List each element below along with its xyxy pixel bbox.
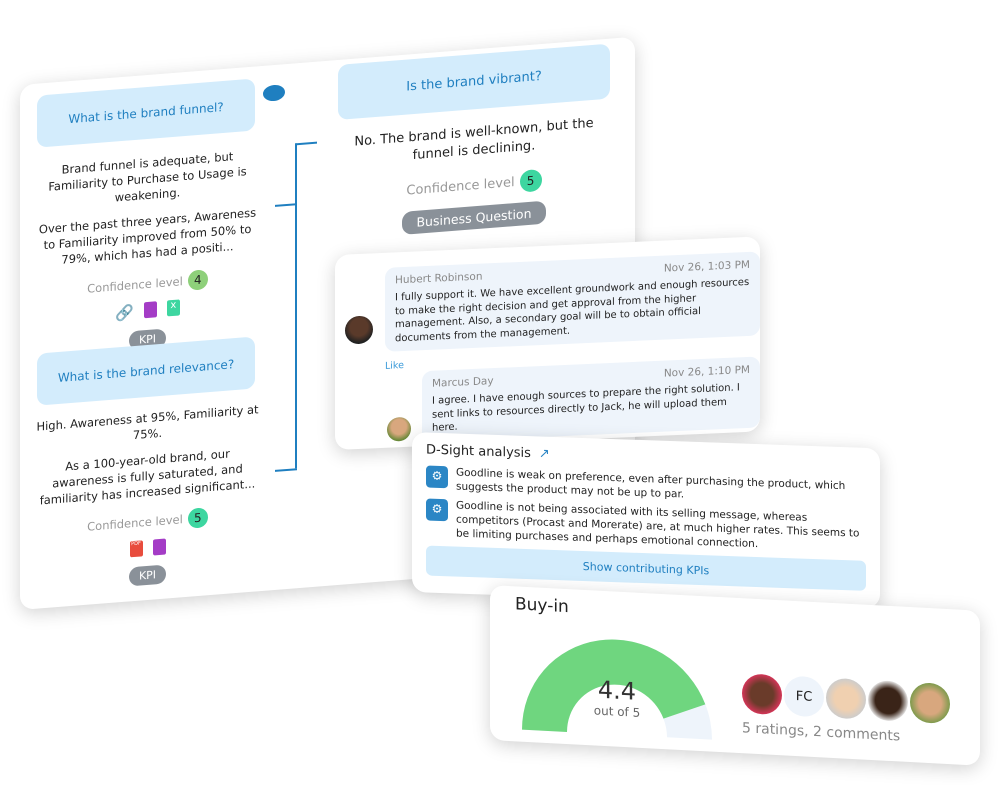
kpi-tag[interactable]: KPI bbox=[128, 564, 167, 587]
answer-summary: High. Awareness at 95%, Familiarity at 7… bbox=[36, 402, 259, 443]
comment: Hubert Robinson Nov 26, 1:03 PM I fully s… bbox=[385, 251, 760, 352]
comment-icon[interactable] bbox=[263, 84, 285, 102]
confidence-badge: 5 bbox=[187, 507, 208, 530]
excel-file-icon[interactable]: x bbox=[166, 298, 180, 317]
connector-line bbox=[275, 203, 295, 207]
buyin-title: Buy-in bbox=[515, 594, 569, 618]
link-icon[interactable]: 🔗 bbox=[115, 303, 134, 322]
avatar-initials: FC bbox=[784, 675, 824, 718]
avatar bbox=[910, 682, 950, 725]
comment-author: Hubert Robinson bbox=[395, 270, 483, 287]
connector-line bbox=[275, 468, 297, 472]
avatar bbox=[345, 315, 373, 345]
business-question-tag[interactable]: Business Question bbox=[402, 201, 546, 236]
insight-item: ⚙ Goodline is not being associated with i… bbox=[426, 498, 866, 555]
confidence-badge: 5 bbox=[519, 169, 542, 194]
avatar bbox=[387, 416, 411, 442]
ratings-summary: 5 ratings, 2 comments bbox=[742, 720, 901, 745]
question-card-brand-funnel[interactable]: What is the brand funnel? bbox=[37, 78, 255, 148]
comment-time: Nov 26, 1:10 PM bbox=[663, 363, 750, 380]
avatar bbox=[742, 673, 782, 716]
confidence-label: Confidence level bbox=[406, 174, 515, 199]
connector-bracket bbox=[295, 141, 317, 469]
insight-text: Goodline is not being associated with it… bbox=[456, 499, 860, 550]
answer-detail: As a 100-year-old brand, our awareness i… bbox=[39, 446, 256, 508]
buyin-card: Buy-in 4.4 out of 5 FC 5 ratings, 2 comm… bbox=[490, 585, 980, 766]
comment-text: I agree. I have enough sources to prepar… bbox=[432, 382, 740, 434]
confidence-badge: 4 bbox=[187, 268, 208, 291]
dsight-title: D-Sight analysis bbox=[426, 442, 531, 462]
rater-avatars[interactable]: FC bbox=[742, 673, 950, 725]
avatar bbox=[868, 679, 908, 722]
answer-detail: Over the past three years, Awareness to … bbox=[38, 205, 257, 268]
confidence-label: Confidence level bbox=[87, 512, 183, 535]
answer-summary: Brand funnel is adequate, but Familiarit… bbox=[48, 149, 247, 205]
confidence-label: Confidence level bbox=[87, 273, 183, 296]
question-card-brand-vibrant[interactable]: Is the brand vibrant? bbox=[338, 43, 610, 120]
external-link-icon[interactable]: ↗ bbox=[539, 446, 550, 461]
avatar bbox=[826, 677, 866, 720]
comment-author: Marcus Day bbox=[432, 375, 494, 390]
answer: No. The brand is well-known, but the fun… bbox=[354, 115, 594, 164]
insight-icon: ⚙ bbox=[426, 465, 448, 489]
like-link[interactable]: Like bbox=[385, 360, 404, 372]
comment-time: Nov 26, 1:03 PM bbox=[663, 258, 750, 275]
copy-icon[interactable] bbox=[152, 539, 166, 557]
pdf-file-icon[interactable]: PDF bbox=[129, 540, 143, 558]
copy-icon[interactable] bbox=[143, 300, 157, 318]
comment-text: I fully support it. We have excellent gr… bbox=[395, 277, 750, 345]
dsight-analysis-card: D-Sight analysis ↗ ⚙ Goodline is weak on … bbox=[412, 432, 880, 609]
comments-card: Hubert Robinson Nov 26, 1:03 PM I fully s… bbox=[335, 236, 760, 450]
comment: Marcus Day Nov 26, 1:10 PM I agree. I hav… bbox=[422, 356, 760, 442]
insight-icon: ⚙ bbox=[426, 498, 448, 522]
